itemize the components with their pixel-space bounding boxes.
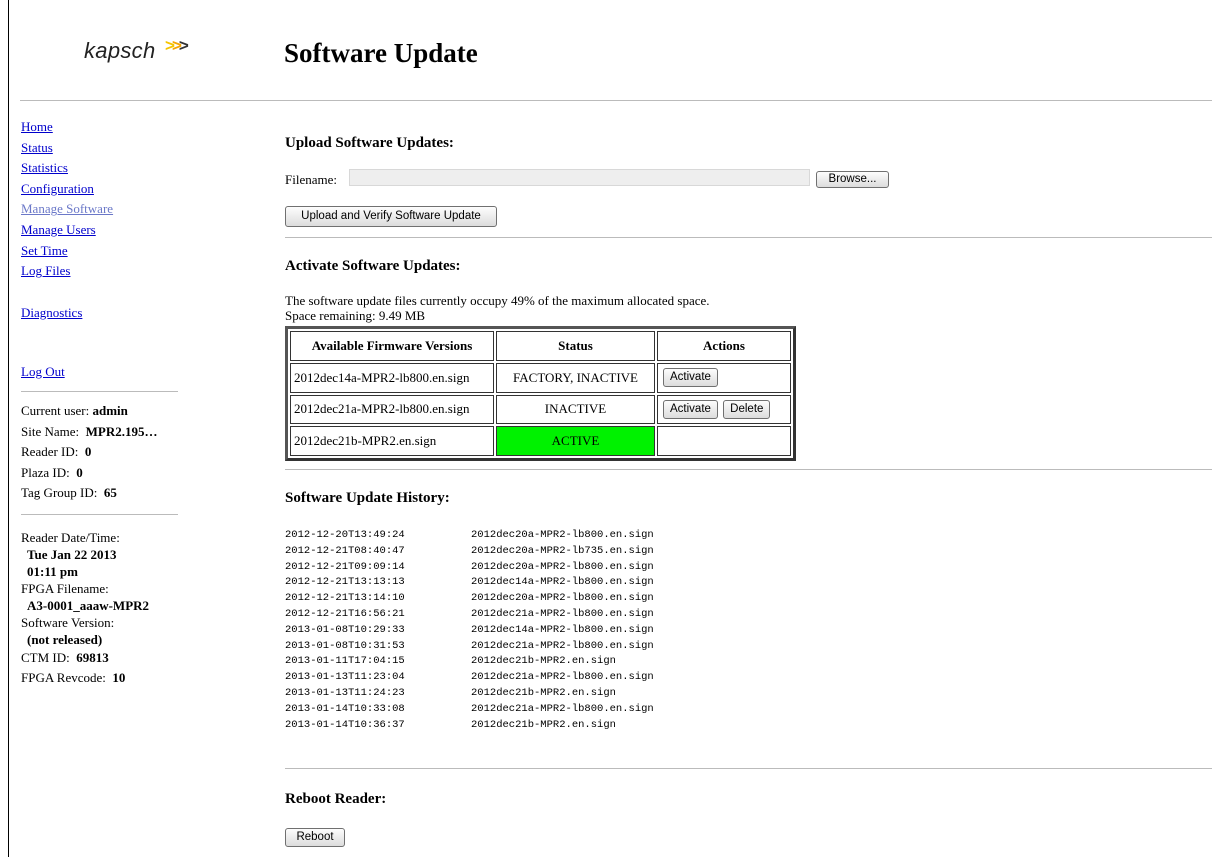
- current-user-label: Current user:: [21, 403, 90, 418]
- sidebar-item-statistics[interactable]: Statistics: [21, 160, 68, 175]
- reader-id-value: 0: [84, 444, 92, 460]
- sidebar: Home Status Statistics Configuration Man…: [21, 118, 183, 685]
- firmware-actions: Activate Delete: [657, 394, 791, 425]
- site-name-value: MPR2.195…: [85, 423, 158, 439]
- list-item: 2013-01-14T10:33:08 2012dec21a-MPR2-lb800…: [285, 702, 654, 715]
- fpga-filename-value: A3-0001_aaaw-MPR2: [27, 598, 150, 613]
- firmware-actions: [657, 426, 791, 456]
- section-divider: [285, 237, 1212, 238]
- list-item: 2012-12-21T09:09:14 2012dec20a-MPR2-lb800…: [285, 560, 654, 573]
- space-remaining-text: Space remaining: 9.49 MB: [285, 308, 426, 323]
- list-item: 2013-01-14T10:36:37 2012dec21b-MPR2.en.si…: [285, 718, 616, 731]
- list-item: 2012-12-21T13:13:13 2012dec14a-MPR2-lb800…: [285, 576, 654, 589]
- list-item: 2013-01-13T11:24:23 2012dec21b-MPR2.en.si…: [285, 686, 616, 699]
- kapsch-logo: kapsch: [84, 38, 156, 63]
- list-item: 2012-12-21T13:14:10 2012dec20a-MPR2-lb800…: [285, 592, 654, 605]
- column-header-status: Status: [496, 331, 655, 361]
- list-item: 2013-01-13T11:23:04 2012dec21a-MPR2-lb800…: [285, 671, 654, 684]
- firmware-version: 2012dec21a-MPR2-lb800.en.sign: [290, 394, 494, 425]
- tag-group-id-value: 65: [103, 485, 117, 501]
- sidebar-item-manage-software[interactable]: Manage Software: [21, 201, 113, 216]
- firmware-table: Available Firmware Versions Status Actio…: [285, 326, 796, 461]
- list-item: 2012-12-21T16:56:21 2012dec21a-MPR2-lb800…: [285, 607, 654, 620]
- tag-group-id-label: Tag Group ID:: [21, 485, 98, 501]
- space-usage-text: The software update files currently occu…: [285, 293, 710, 323]
- browse-button[interactable]: Browse...: [816, 171, 889, 188]
- table-row: 2012dec21b-MPR2.en.sign ACTIVE: [290, 426, 791, 456]
- activate-button[interactable]: Activate: [663, 368, 718, 388]
- activate-button[interactable]: Activate: [663, 399, 718, 419]
- sidebar-item-configuration[interactable]: Configuration: [21, 181, 94, 196]
- reboot-section-title: Reboot Reader:: [285, 791, 387, 807]
- page-frame-left: [8, 0, 9, 857]
- reader-date-value: Tue Jan 22 2013: [27, 547, 117, 562]
- reader-datetime-label: Reader Date/Time:: [21, 530, 120, 545]
- usage-percent-text: The software update files currently occu…: [285, 293, 710, 308]
- list-item: 2012-12-21T08:40:47 2012dec20a-MPR2-lb735…: [285, 544, 654, 557]
- current-user-value: admin: [92, 403, 128, 418]
- table-header-row: Available Firmware Versions Status Actio…: [290, 331, 791, 361]
- site-name-label: Site Name:: [21, 423, 80, 439]
- firmware-version: 2012dec14a-MPR2-lb800.en.sign: [290, 362, 494, 393]
- fpga-revcode-label: FPGA Revcode:: [21, 670, 106, 685]
- reader-details: Reader Date/Time: Tue Jan 22 2013 01:11 …: [21, 529, 149, 686]
- upload-section-title: Upload Software Updates:: [285, 135, 454, 151]
- sidebar-item-log-files[interactable]: Log Files: [21, 263, 70, 278]
- software-version-label: Software Version:: [21, 615, 115, 630]
- fpga-filename-label: FPGA Filename:: [21, 581, 109, 596]
- upload-verify-button[interactable]: Upload and Verify Software Update: [285, 206, 497, 227]
- firmware-status-active: ACTIVE: [496, 426, 655, 456]
- section-divider: [285, 768, 1212, 769]
- column-header-versions: Available Firmware Versions: [290, 331, 494, 361]
- filename-label: Filename:: [285, 172, 337, 187]
- user-info: Current user: admin Site Name: MPR2.195……: [21, 401, 158, 504]
- list-item: 2012-12-20T13:49:24 2012dec20a-MPR2-lb800…: [285, 529, 654, 541]
- page-title: Software Update: [284, 38, 478, 68]
- software-version-value: (not released): [27, 632, 103, 647]
- filename-field[interactable]: [349, 169, 810, 186]
- list-item: 2013-01-08T10:31:53 2012dec21a-MPR2-lb800…: [285, 639, 654, 652]
- sidebar-item-set-time[interactable]: Set Time: [21, 243, 68, 258]
- sidebar-nav: Home Status Statistics Configuration Man…: [21, 118, 183, 324]
- firmware-version: 2012dec21b-MPR2.en.sign: [290, 426, 494, 456]
- activate-section-title: Activate Software Updates:: [285, 258, 461, 274]
- update-history-list: 2012-12-20T13:49:24 2012dec20a-MPR2-lb800…: [285, 528, 654, 733]
- sidebar-divider: [21, 391, 178, 392]
- header-divider: [20, 100, 1212, 101]
- firmware-status: INACTIVE: [496, 394, 655, 425]
- ctm-id-value: 69813: [76, 650, 109, 665]
- sidebar-divider: [21, 514, 178, 515]
- section-divider: [285, 469, 1212, 470]
- fpga-revcode-value: 10: [112, 670, 126, 685]
- firmware-status: FACTORY, INACTIVE: [496, 362, 655, 393]
- table-row: 2012dec21a-MPR2-lb800.en.sign INACTIVE A…: [290, 394, 791, 425]
- reader-id-label: Reader ID:: [21, 444, 79, 460]
- list-item: 2013-01-08T10:29:33 2012dec14a-MPR2-lb800…: [285, 623, 654, 636]
- sidebar-item-status[interactable]: Status: [21, 140, 53, 155]
- ctm-id-label: CTM ID:: [21, 650, 70, 665]
- list-item: 2013-01-11T17:04:15 2012dec21b-MPR2.en.si…: [285, 655, 616, 668]
- logo-chevron-icon: >>>: [165, 36, 189, 55]
- table-row: 2012dec14a-MPR2-lb800.en.sign FACTORY, I…: [290, 362, 791, 393]
- delete-button[interactable]: Delete: [723, 399, 771, 419]
- sidebar-item-home[interactable]: Home: [21, 119, 53, 134]
- column-header-actions: Actions: [657, 331, 791, 361]
- sidebar-item-manage-users[interactable]: Manage Users: [21, 222, 96, 237]
- reboot-button[interactable]: Reboot: [285, 828, 345, 847]
- reader-time-value: 01:11 pm: [27, 564, 78, 579]
- history-section-title: Software Update History:: [285, 490, 450, 506]
- logout-link[interactable]: Log Out: [21, 364, 65, 380]
- sidebar-item-diagnostics[interactable]: Diagnostics: [21, 305, 82, 320]
- plaza-id-label: Plaza ID:: [21, 464, 70, 480]
- firmware-actions: Activate: [657, 362, 791, 393]
- plaza-id-value: 0: [76, 464, 83, 480]
